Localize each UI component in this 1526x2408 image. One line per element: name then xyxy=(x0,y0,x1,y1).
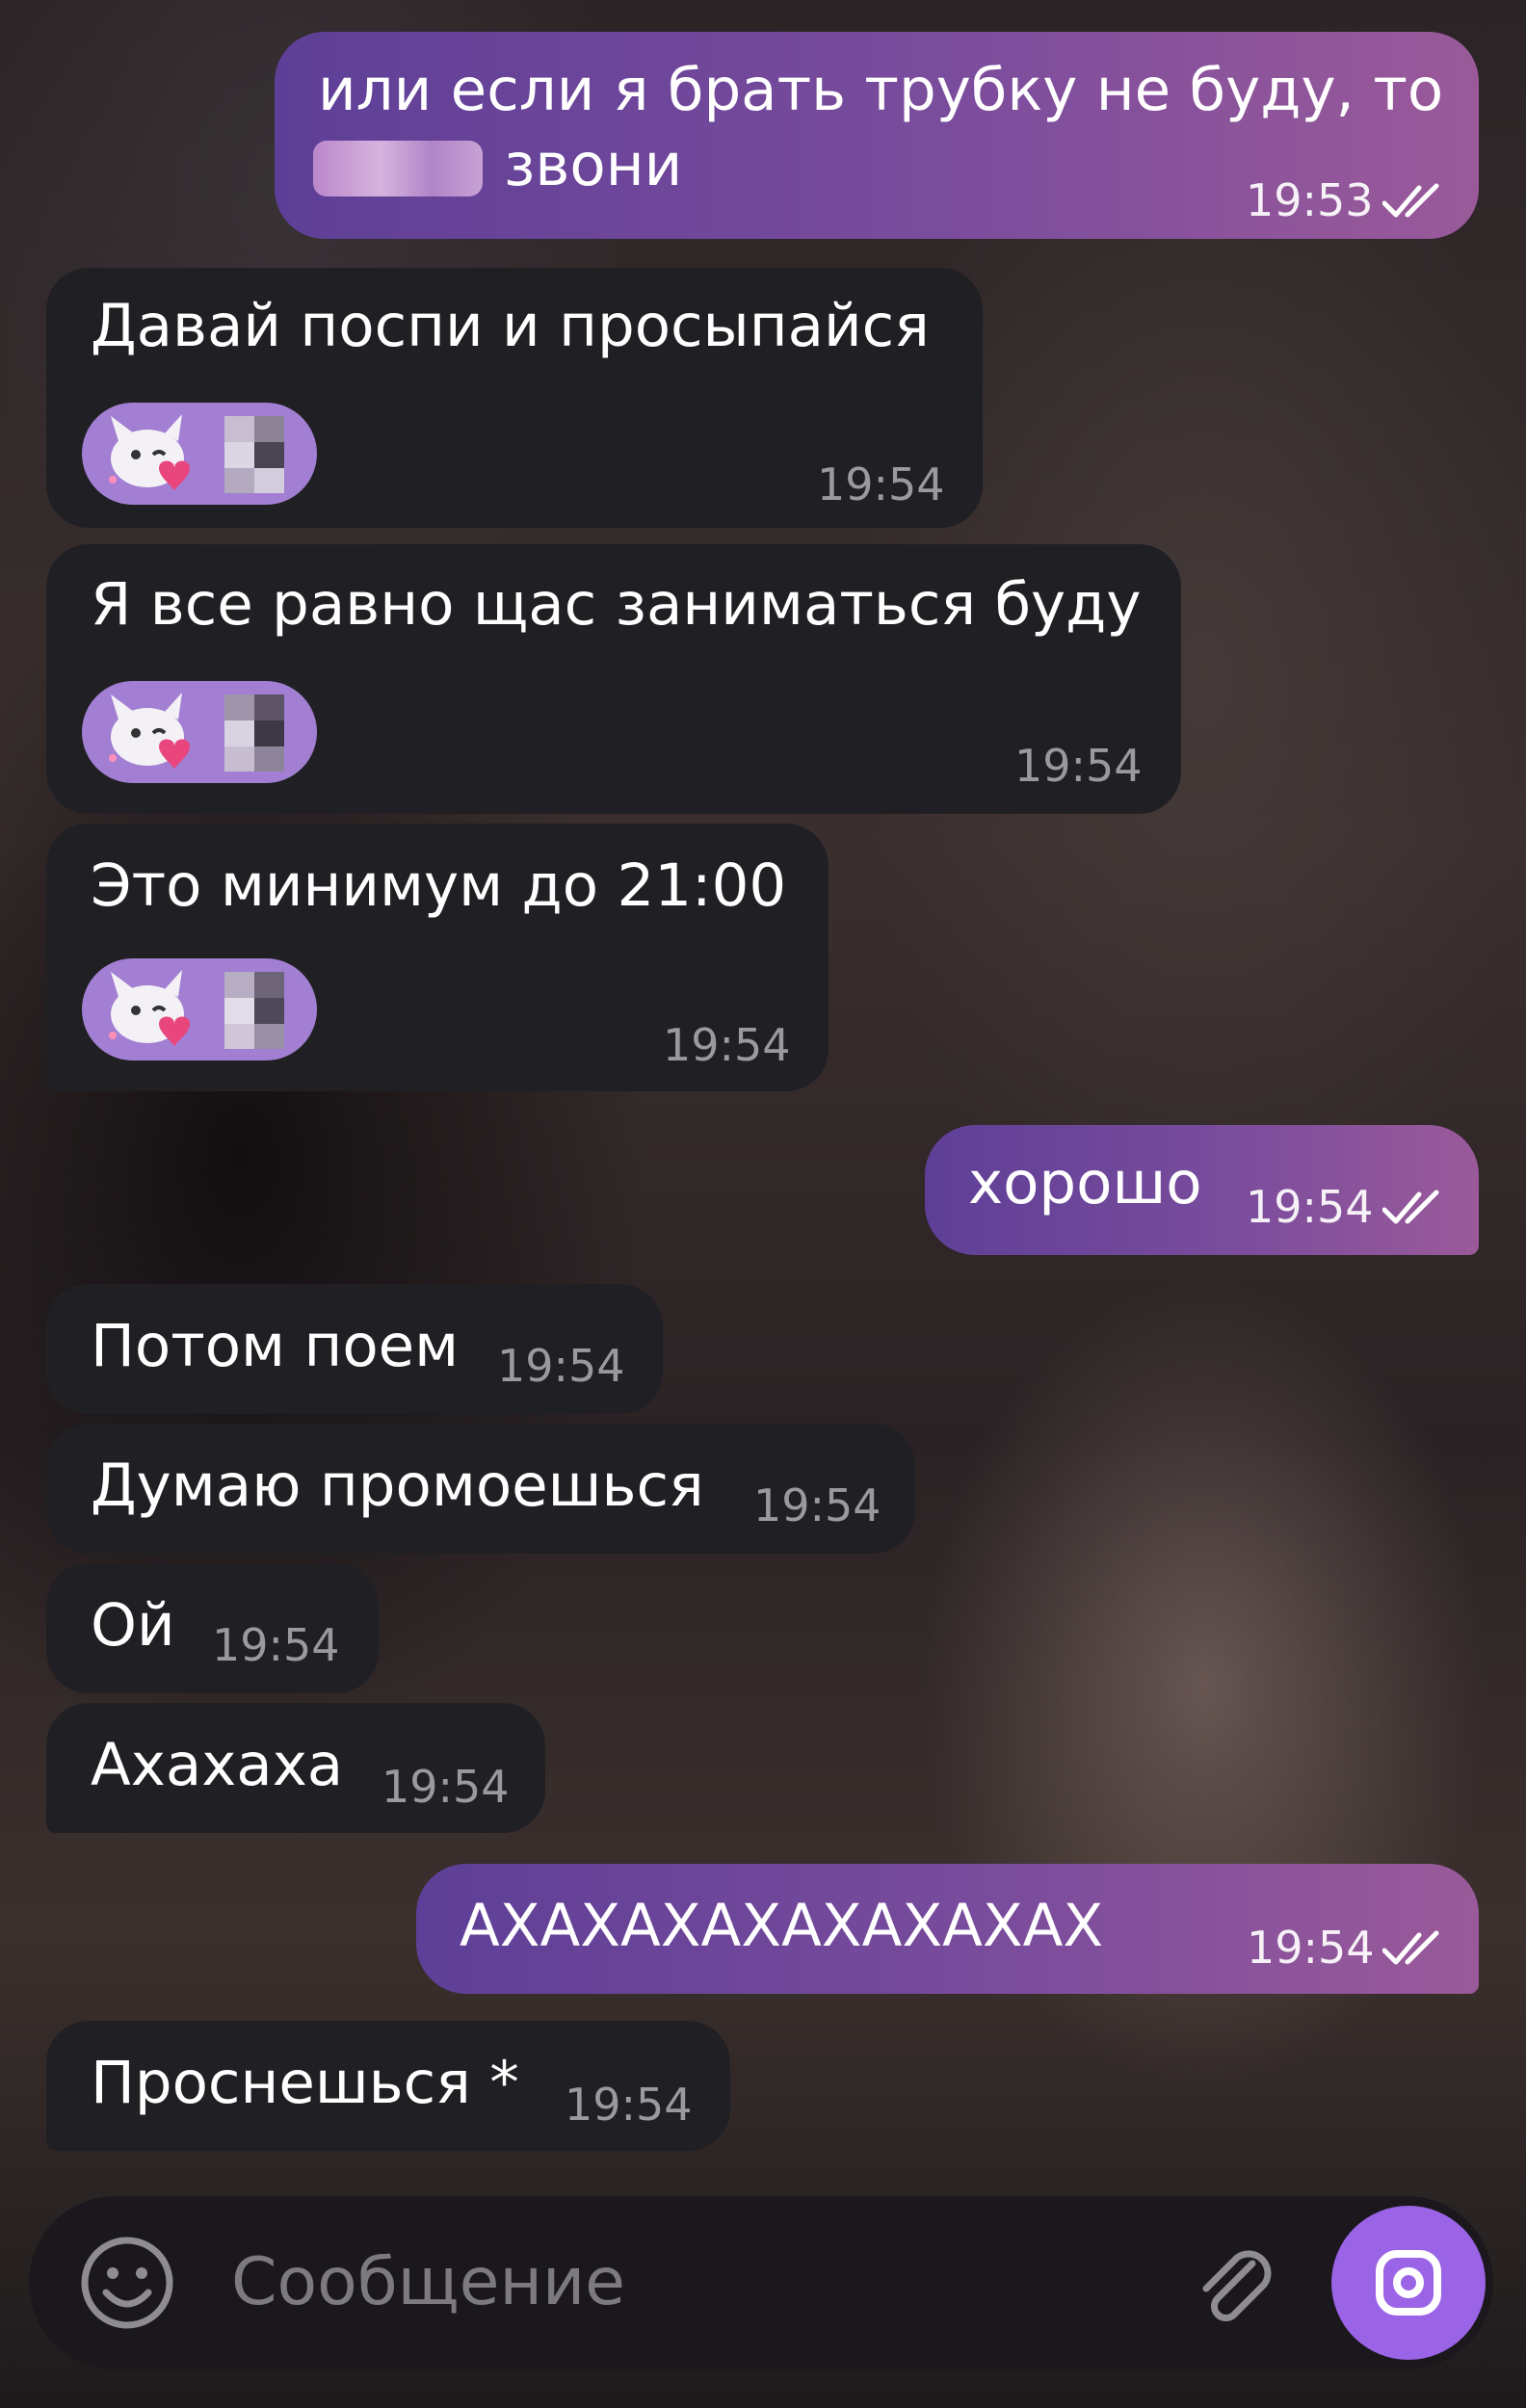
blurred-name xyxy=(313,141,483,197)
message-time: 19:54 xyxy=(1014,740,1143,792)
cat-heart-emoji xyxy=(109,414,190,491)
message-bubble-incoming[interactable]: Думаю промоешься 19:54 xyxy=(46,1424,915,1554)
message-text: Давай поспи и просыпайся xyxy=(91,292,930,360)
double-check-icon xyxy=(1382,1190,1439,1224)
message-text: хорошо xyxy=(968,1149,1202,1217)
sticker-pair xyxy=(82,681,317,783)
paperclip-icon[interactable] xyxy=(1185,2235,1281,2331)
message-text: Проснешься * xyxy=(91,2049,519,2117)
message-bubble-outgoing[interactable]: или если я брать трубку не буду, то звон… xyxy=(275,32,1479,239)
message-text: Я все равно щас заниматься буду xyxy=(91,570,1142,639)
message-text: звони xyxy=(313,128,682,203)
message-bubble-incoming[interactable]: Ахахаха 19:54 xyxy=(46,1703,545,1833)
message-text: АХАХАХАХАХАХАХАХ xyxy=(460,1892,1104,1960)
pixelated-emoji xyxy=(224,416,284,493)
message-bubble-outgoing[interactable]: хорошо 19:54 xyxy=(925,1125,1479,1255)
pixelated-emoji xyxy=(224,694,284,772)
message-bubble-outgoing[interactable]: АХАХАХАХАХАХАХАХ 19:54 xyxy=(416,1864,1479,1994)
message-text: Ахахаха xyxy=(91,1731,344,1799)
message-time: 19:54 xyxy=(753,1479,881,1531)
smiley-icon[interactable] xyxy=(79,2235,175,2331)
message-time: 19:54 xyxy=(817,458,945,510)
message-text: Это минимум до 21:00 xyxy=(91,851,787,920)
message-text: Думаю промоешься xyxy=(91,1452,704,1520)
message-bubble-incoming[interactable]: Я все равно щас заниматься буду 19:54 xyxy=(46,544,1181,814)
message-time: 19:54 xyxy=(382,1761,510,1813)
camera-icon xyxy=(1376,2250,1441,2316)
sticker-pair xyxy=(82,958,317,1060)
message-bubble-incoming[interactable]: Давай поспи и просыпайся 19:54 xyxy=(46,268,983,528)
camera-button[interactable] xyxy=(1331,2206,1486,2360)
message-bubble-incoming[interactable]: Ой 19:54 xyxy=(46,1563,379,1693)
message-input[interactable]: Сообщение xyxy=(231,2246,625,2319)
message-time: 19:54 xyxy=(1246,1181,1374,1233)
message-text: или если я брать трубку не буду, то xyxy=(318,56,1444,124)
message-time: 19:53 xyxy=(1246,174,1374,226)
message-composer: Сообщение xyxy=(29,2196,1493,2369)
double-check-icon xyxy=(1382,183,1439,218)
pixelated-emoji xyxy=(224,972,284,1049)
message-text: Потом поем xyxy=(91,1312,460,1380)
message-time: 19:54 xyxy=(497,1340,625,1392)
message-text: Ой xyxy=(91,1591,175,1660)
message-time: 19:54 xyxy=(212,1619,340,1671)
message-bubble-incoming[interactable]: Это минимум до 21:00 19:54 xyxy=(46,824,829,1091)
message-time: 19:54 xyxy=(663,1019,791,1071)
message-time: 19:54 xyxy=(565,2079,693,2131)
message-bubble-incoming[interactable]: Проснешься * 19:54 xyxy=(46,2021,730,2151)
cat-heart-emoji xyxy=(109,970,190,1047)
sticker-pair xyxy=(82,403,317,505)
message-text-line2: звони xyxy=(504,131,683,199)
message-time: 19:54 xyxy=(1247,1922,1375,1974)
double-check-icon xyxy=(1382,1930,1439,1965)
message-bubble-incoming[interactable]: Потом поем 19:54 xyxy=(46,1284,663,1414)
cat-heart-emoji xyxy=(109,693,190,770)
